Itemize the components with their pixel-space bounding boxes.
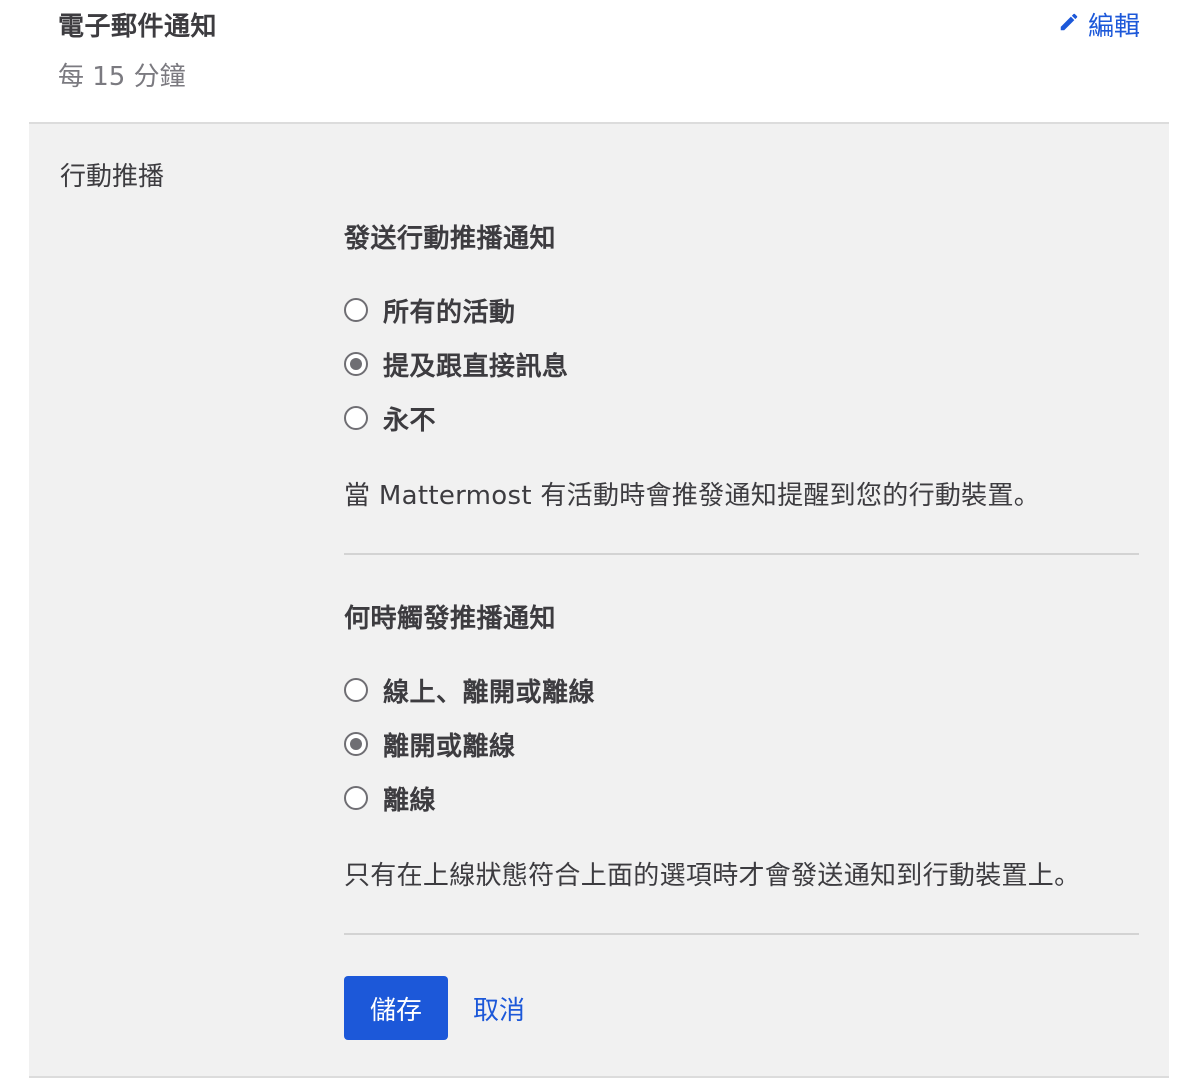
trigger-push-legend: 何時觸發推播通知 [344, 604, 557, 634]
email-section-value: 每 15 分鐘 [58, 62, 186, 92]
radio-label: 永不 [383, 405, 437, 436]
radio-label: 所有的活動 [383, 297, 516, 328]
radio-option-all-activity[interactable]: 所有的活動 [344, 283, 1139, 337]
send-push-legend: 發送行動推播通知 [344, 224, 557, 254]
radio-label: 離開或離線 [383, 731, 516, 762]
radio-option-offline[interactable]: 離線 [344, 771, 1139, 825]
trigger-push-setting: 何時觸發推播通知 線上、離開或離線 離開或離線 離線 只有在上線狀態符合上面的選… [344, 598, 1139, 892]
edit-email-button[interactable]: 編輯 [1058, 6, 1140, 43]
trigger-push-help-text: 只有在上線狀態符合上面的選項時才會發送通知到行動裝置上。 [344, 861, 1081, 891]
send-push-setting: 發送行動推播通知 所有的活動 提及跟直接訊息 永不 當 Mattermost 有… [344, 218, 1139, 512]
cancel-button[interactable]: 取消 [473, 990, 525, 1027]
radio-button[interactable] [344, 678, 368, 702]
radio-label: 離線 [383, 785, 437, 816]
edit-label: 編輯 [1087, 12, 1140, 42]
radio-option-never[interactable]: 永不 [344, 391, 1139, 445]
radio-button-selected[interactable] [344, 352, 368, 376]
push-notifications-section: 行動推播 發送行動推播通知 所有的活動 提及跟直接訊息 永不 當 Matterm… [29, 122, 1169, 1078]
radio-button-selected[interactable] [344, 732, 368, 756]
radio-label: 線上、離開或離線 [383, 677, 596, 708]
email-section-title: 電子郵件通知 [58, 12, 218, 42]
radio-button[interactable] [344, 786, 368, 810]
settings-page: 電子郵件通知 每 15 分鐘 編輯 行動推播 發送行動推播通知 所有的活動 提及… [0, 0, 1200, 1082]
section-divider [344, 933, 1139, 935]
push-section-title: 行動推播 [60, 162, 165, 192]
radio-button[interactable] [344, 298, 368, 322]
radio-option-online-away-offline[interactable]: 線上、離開或離線 [344, 663, 1139, 717]
radio-button[interactable] [344, 406, 368, 430]
radio-label: 提及跟直接訊息 [383, 351, 569, 382]
send-push-help-text: 當 Mattermost 有活動時會推發通知提醒到您的行動裝置。 [344, 481, 1041, 511]
radio-option-away-offline[interactable]: 離開或離線 [344, 717, 1139, 771]
radio-option-mentions-dms[interactable]: 提及跟直接訊息 [344, 337, 1139, 391]
email-notifications-section: 電子郵件通知 每 15 分鐘 編輯 [0, 0, 1200, 122]
save-button[interactable]: 儲存 [344, 976, 448, 1040]
pencil-icon [1058, 10, 1080, 40]
section-divider [344, 553, 1139, 555]
